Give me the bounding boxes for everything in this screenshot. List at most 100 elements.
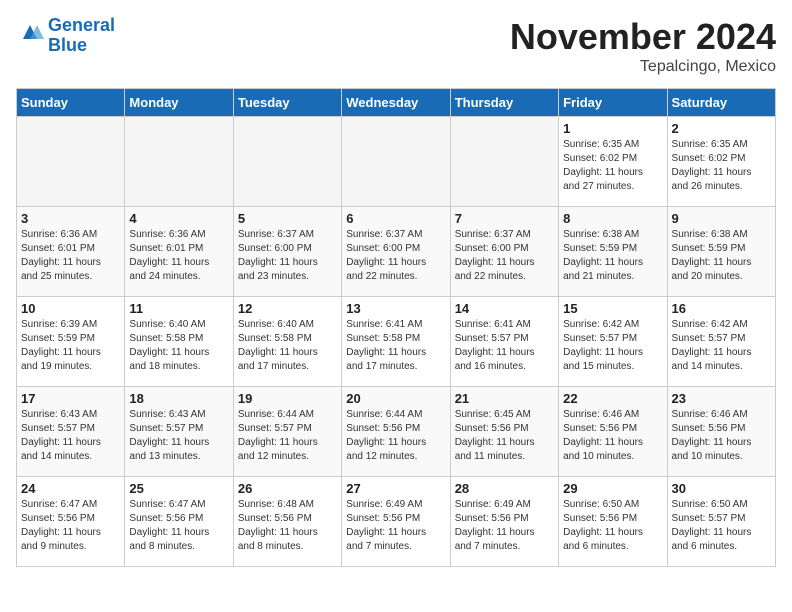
- month-title: November 2024: [510, 16, 776, 58]
- day-info: Sunrise: 6:37 AM Sunset: 6:00 PM Dayligh…: [455, 228, 554, 284]
- calendar-cell: 24Sunrise: 6:47 AM Sunset: 5:56 PM Dayli…: [17, 477, 125, 567]
- day-info: Sunrise: 6:49 AM Sunset: 5:56 PM Dayligh…: [346, 498, 445, 554]
- calendar-cell: 21 Sunrise: 6:45 AM Sunset: 5:56 PM Dayli…: [450, 387, 558, 477]
- weekday-header-row: SundayMondayTuesdayWednesdayThursdayFrid…: [17, 89, 776, 117]
- calendar-cell: 20 Sunrise: 6:44 AM Sunset: 5:56 PM Dayli…: [342, 387, 450, 477]
- day-number: 6: [346, 211, 445, 226]
- location: Tepalcingo, Mexico: [510, 58, 776, 76]
- day-info: Sunrise: 6:50 AM Sunset: 5:56 PM Dayligh…: [563, 498, 662, 554]
- day-info: Sunrise: 6:41 AM Sunset: 5:57 PM Dayligh…: [455, 318, 554, 374]
- calendar-cell: 8Sunrise: 6:38 AM Sunset: 5:59 PM Daylig…: [559, 207, 667, 297]
- day-info: Sunrise: 6:44 AM Sunset: 5:57 PM Dayligh…: [238, 408, 337, 464]
- day-number: 28: [455, 481, 554, 496]
- calendar-cell: 7 Sunrise: 6:37 AM Sunset: 6:00 PM Daylig…: [450, 207, 558, 297]
- day-number: 21: [455, 391, 554, 406]
- logo: General Blue: [16, 16, 115, 56]
- day-number: 18: [129, 391, 228, 406]
- weekday-header-monday: Monday: [125, 89, 233, 117]
- calendar-cell: 1 Sunrise: 6:35 AM Sunset: 6:02 PM Daylig…: [559, 117, 667, 207]
- logo-blue: Blue: [48, 36, 115, 56]
- calendar-cell: 19 Sunrise: 6:44 AM Sunset: 5:57 PM Dayli…: [233, 387, 341, 477]
- weekday-header-saturday: Saturday: [667, 89, 775, 117]
- weekday-header-thursday: Thursday: [450, 89, 558, 117]
- day-number: 19: [238, 391, 337, 406]
- weekday-header-friday: Friday: [559, 89, 667, 117]
- day-info: Sunrise: 6:45 AM Sunset: 5:56 PM Dayligh…: [455, 408, 554, 464]
- calendar-cell: 6 Sunrise: 6:37 AM Sunset: 6:00 PM Daylig…: [342, 207, 450, 297]
- day-info: Sunrise: 6:46 AM Sunset: 5:56 PM Dayligh…: [672, 408, 771, 464]
- day-number: 7: [455, 211, 554, 226]
- calendar-cell: 28 Sunrise: 6:49 AM Sunset: 5:56 PM Dayli…: [450, 477, 558, 567]
- day-info: Sunrise: 6:42 AM Sunset: 5:57 PM Dayligh…: [563, 318, 662, 374]
- logo-icon: [16, 18, 44, 46]
- calendar-cell: 14 Sunrise: 6:41 AM Sunset: 5:57 PM Dayli…: [450, 297, 558, 387]
- day-number: 25: [129, 481, 228, 496]
- calendar-cell: 15 Sunrise: 6:42 AM Sunset: 5:57 PM Dayli…: [559, 297, 667, 387]
- day-number: 11: [129, 301, 228, 316]
- calendar-cell: 12Sunrise: 6:40 AM Sunset: 5:58 PM Dayli…: [233, 297, 341, 387]
- day-info: Sunrise: 6:41 AM Sunset: 5:58 PM Dayligh…: [346, 318, 445, 374]
- day-number: 27: [346, 481, 445, 496]
- calendar-cell: 25Sunrise: 6:47 AM Sunset: 5:56 PM Dayli…: [125, 477, 233, 567]
- day-info: Sunrise: 6:36 AM Sunset: 6:01 PM Dayligh…: [129, 228, 228, 284]
- day-number: 9: [672, 211, 771, 226]
- day-number: 20: [346, 391, 445, 406]
- day-info: Sunrise: 6:39 AM Sunset: 5:59 PM Dayligh…: [21, 318, 120, 374]
- day-number: 13: [346, 301, 445, 316]
- calendar-cell: 13 Sunrise: 6:41 AM Sunset: 5:58 PM Dayli…: [342, 297, 450, 387]
- day-number: 22: [563, 391, 662, 406]
- day-info: Sunrise: 6:37 AM Sunset: 6:00 PM Dayligh…: [346, 228, 445, 284]
- day-info: Sunrise: 6:35 AM Sunset: 6:02 PM Dayligh…: [672, 138, 771, 194]
- calendar-cell: [342, 117, 450, 207]
- calendar-week-5: 24Sunrise: 6:47 AM Sunset: 5:56 PM Dayli…: [17, 477, 776, 567]
- calendar-cell: 17Sunrise: 6:43 AM Sunset: 5:57 PM Dayli…: [17, 387, 125, 477]
- calendar-cell: 29 Sunrise: 6:50 AM Sunset: 5:56 PM Dayli…: [559, 477, 667, 567]
- day-info: Sunrise: 6:40 AM Sunset: 5:58 PM Dayligh…: [129, 318, 228, 374]
- day-number: 1: [563, 121, 662, 136]
- calendar-cell: 22 Sunrise: 6:46 AM Sunset: 5:56 PM Dayli…: [559, 387, 667, 477]
- day-info: Sunrise: 6:43 AM Sunset: 5:57 PM Dayligh…: [129, 408, 228, 464]
- day-number: 15: [563, 301, 662, 316]
- weekday-header-wednesday: Wednesday: [342, 89, 450, 117]
- calendar-cell: 4 Sunrise: 6:36 AM Sunset: 6:01 PM Daylig…: [125, 207, 233, 297]
- day-number: 24: [21, 481, 120, 496]
- day-info: Sunrise: 6:48 AM Sunset: 5:56 PM Dayligh…: [238, 498, 337, 554]
- calendar-cell: [450, 117, 558, 207]
- day-info: Sunrise: 6:44 AM Sunset: 5:56 PM Dayligh…: [346, 408, 445, 464]
- day-info: Sunrise: 6:49 AM Sunset: 5:56 PM Dayligh…: [455, 498, 554, 554]
- day-info: Sunrise: 6:50 AM Sunset: 5:57 PM Dayligh…: [672, 498, 771, 554]
- day-number: 10: [21, 301, 120, 316]
- calendar-cell: 9 Sunrise: 6:38 AM Sunset: 5:59 PM Daylig…: [667, 207, 775, 297]
- day-number: 3: [21, 211, 120, 226]
- day-number: 2: [672, 121, 771, 136]
- day-info: Sunrise: 6:37 AM Sunset: 6:00 PM Dayligh…: [238, 228, 337, 284]
- day-number: 4: [129, 211, 228, 226]
- day-info: Sunrise: 6:38 AM Sunset: 5:59 PM Dayligh…: [563, 228, 662, 284]
- calendar-table: SundayMondayTuesdayWednesdayThursdayFrid…: [16, 88, 776, 567]
- day-info: Sunrise: 6:40 AM Sunset: 5:58 PM Dayligh…: [238, 318, 337, 374]
- day-number: 16: [672, 301, 771, 316]
- weekday-header-sunday: Sunday: [17, 89, 125, 117]
- day-number: 29: [563, 481, 662, 496]
- calendar-cell: 16 Sunrise: 6:42 AM Sunset: 5:57 PM Dayli…: [667, 297, 775, 387]
- day-number: 14: [455, 301, 554, 316]
- calendar-cell: 3 Sunrise: 6:36 AM Sunset: 6:01 PM Daylig…: [17, 207, 125, 297]
- day-info: Sunrise: 6:42 AM Sunset: 5:57 PM Dayligh…: [672, 318, 771, 374]
- calendar-cell: 2 Sunrise: 6:35 AM Sunset: 6:02 PM Daylig…: [667, 117, 775, 207]
- day-info: Sunrise: 6:38 AM Sunset: 5:59 PM Dayligh…: [672, 228, 771, 284]
- day-info: Sunrise: 6:36 AM Sunset: 6:01 PM Dayligh…: [21, 228, 120, 284]
- calendar-cell: 18 Sunrise: 6:43 AM Sunset: 5:57 PM Dayli…: [125, 387, 233, 477]
- day-number: 26: [238, 481, 337, 496]
- calendar-week-2: 3 Sunrise: 6:36 AM Sunset: 6:01 PM Daylig…: [17, 207, 776, 297]
- calendar-cell: 10 Sunrise: 6:39 AM Sunset: 5:59 PM Dayli…: [17, 297, 125, 387]
- logo-general: General: [48, 15, 115, 35]
- weekday-header-tuesday: Tuesday: [233, 89, 341, 117]
- calendar-week-3: 10 Sunrise: 6:39 AM Sunset: 5:59 PM Dayli…: [17, 297, 776, 387]
- day-info: Sunrise: 6:46 AM Sunset: 5:56 PM Dayligh…: [563, 408, 662, 464]
- calendar-cell: 27 Sunrise: 6:49 AM Sunset: 5:56 PM Dayli…: [342, 477, 450, 567]
- day-info: Sunrise: 6:35 AM Sunset: 6:02 PM Dayligh…: [563, 138, 662, 194]
- page-header: General Blue November 2024 Tepalcingo, M…: [16, 16, 776, 76]
- day-number: 30: [672, 481, 771, 496]
- day-number: 5: [238, 211, 337, 226]
- day-number: 23: [672, 391, 771, 406]
